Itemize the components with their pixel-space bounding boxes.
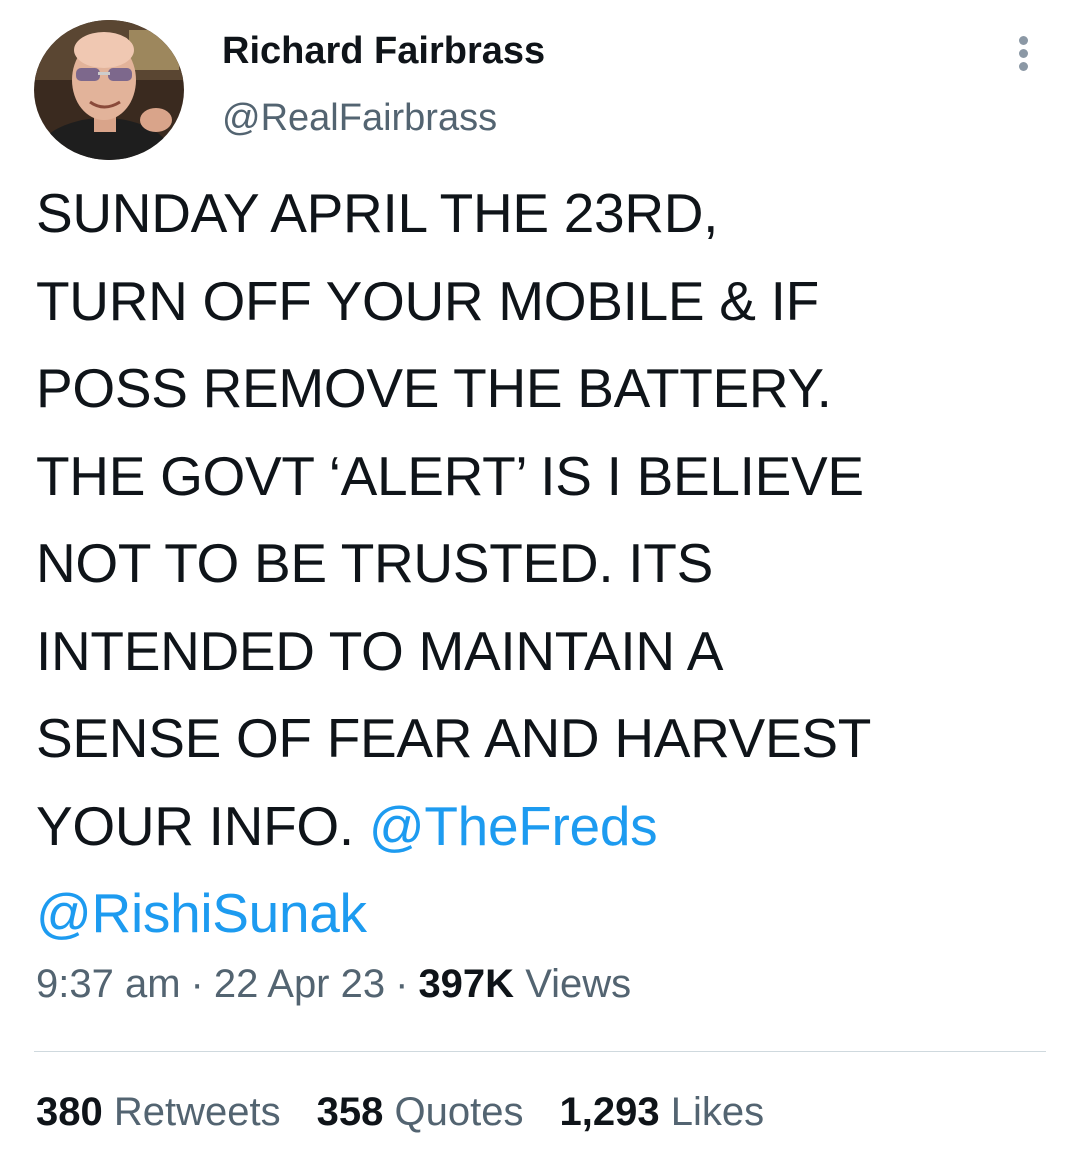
tweet-meta: 9:37 am · 22 Apr 23 · 397K Views xyxy=(36,962,631,1007)
author-handle[interactable]: @RealFairbrass xyxy=(222,97,497,140)
likes-count: 1,293 xyxy=(559,1090,660,1134)
author-display-name[interactable]: Richard Fairbrass xyxy=(222,30,545,73)
likes-stat[interactable]: 1,293 Likes xyxy=(559,1090,764,1135)
tweet-text-line: SENSE OF FEAR AND HARVEST xyxy=(36,707,872,769)
retweets-count: 380 xyxy=(36,1090,103,1134)
views-label: Views xyxy=(525,962,632,1006)
more-vertical-icon xyxy=(1019,49,1028,58)
more-options-button[interactable] xyxy=(1006,30,1042,76)
tweet-text-line: NOT TO BE TRUSTED. ITS xyxy=(36,532,713,594)
tweet-text-line: SUNDAY APRIL THE 23RD, xyxy=(36,182,719,244)
tweet-text-line: TURN OFF YOUR MOBILE & IF xyxy=(36,269,819,332)
likes-label: Likes xyxy=(670,1090,765,1134)
tweet-time[interactable]: 9:37 am xyxy=(36,962,181,1006)
meta-separator: · xyxy=(395,962,409,1006)
tweet-text-line: THE GOVT ‘ALERT’ IS I BELIEVE xyxy=(36,444,864,507)
quotes-label: Quotes xyxy=(394,1090,524,1134)
tweet-text-line: YOUR INFO. @TheFreds xyxy=(36,783,1046,871)
retweets-label: Retweets xyxy=(113,1090,281,1134)
avatar[interactable] xyxy=(34,20,184,160)
tweet-text-line: INTENDED TO MAINTAIN A xyxy=(36,619,724,682)
meta-separator: · xyxy=(190,962,204,1006)
more-vertical-icon xyxy=(1019,62,1028,71)
views-count: 397K xyxy=(418,962,515,1006)
profile-photo xyxy=(34,20,184,160)
tweet-date[interactable]: 22 Apr 23 xyxy=(214,962,385,1006)
quotes-count: 358 xyxy=(316,1090,384,1134)
tweet-text: SUNDAY APRIL THE 23RD, TURN OFF YOUR MOB… xyxy=(36,170,1046,958)
tweet: Richard Fairbrass @RealFairbrass SUNDAY … xyxy=(0,0,1080,1169)
retweets-stat[interactable]: 380 Retweets xyxy=(36,1090,281,1135)
quotes-stat[interactable]: 358 Quotes xyxy=(317,1090,524,1135)
tweet-text-line: @RishiSunak xyxy=(36,870,1046,958)
tweet-text-fragment: YOUR INFO. xyxy=(36,794,369,857)
divider xyxy=(34,1051,1046,1052)
tweet-text-line: POSS REMOVE THE BATTERY. xyxy=(36,357,832,419)
more-vertical-icon xyxy=(1019,36,1028,45)
engagement-stats: 380 Retweets 358 Quotes 1,293 Likes xyxy=(36,1090,800,1135)
mention-link-thefreds[interactable]: @TheFreds xyxy=(369,795,658,857)
mention-link-rishisunak[interactable]: @RishiSunak xyxy=(36,882,367,944)
